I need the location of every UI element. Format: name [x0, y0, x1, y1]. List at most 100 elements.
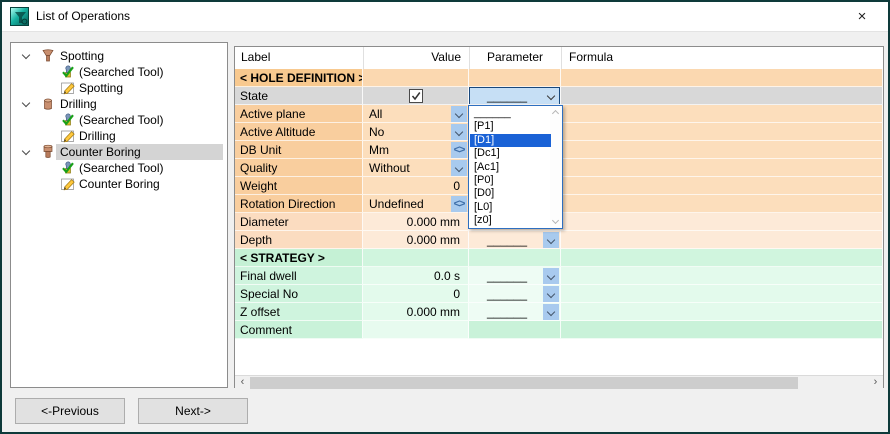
value-cell[interactable] [363, 321, 469, 339]
parameter-blank-value[interactable]: ______ [469, 305, 545, 319]
tree-item-label: (Searched Tool) [79, 113, 164, 127]
formula-cell[interactable] [561, 267, 883, 285]
formula-cell[interactable] [561, 213, 883, 231]
tree-item-spotting[interactable]: Spotting [11, 80, 227, 96]
tree-item-drilling[interactable]: Drilling [11, 96, 227, 112]
dropdown-item-L0[interactable]: [L0] [470, 201, 551, 214]
scrollbar-thumb[interactable] [250, 377, 798, 389]
parameter-cell[interactable]: ______ [469, 87, 561, 105]
parameter-blank-value[interactable]: ______ [469, 269, 545, 283]
value-cell[interactable]: Without [363, 159, 469, 177]
formula-cell[interactable] [561, 285, 883, 303]
parameter-cell[interactable]: ______ [469, 303, 561, 321]
chevron-down-icon[interactable] [22, 51, 30, 59]
exchange-icon[interactable]: <> [451, 196, 467, 212]
formula-cell[interactable] [561, 105, 883, 123]
label-cell: < STRATEGY > [235, 249, 363, 267]
tree-item-drilling[interactable]: Drilling [11, 128, 227, 144]
dropdown-item-P1[interactable]: [P1] [470, 120, 551, 133]
horizontal-scrollbar[interactable]: ‹ › [235, 375, 883, 389]
tree-item-searched-tool[interactable]: (Searched Tool) [11, 160, 227, 176]
formula-cell[interactable] [561, 195, 883, 213]
value-cell[interactable]: 0.000 mm [363, 231, 469, 249]
dropdown-item-P0[interactable]: [P0] [470, 174, 551, 187]
dropdown-item-D0[interactable]: [D0] [470, 187, 551, 200]
tree-item-counter-boring[interactable]: Counter Boring [11, 176, 227, 192]
dropdown-item-z0[interactable]: [z0] [470, 214, 551, 227]
value-cell[interactable]: 0 [363, 177, 469, 195]
chevron-down-icon[interactable] [22, 99, 30, 107]
scroll-left-arrow-icon[interactable]: ‹ [235, 376, 250, 390]
row-value: 0 [453, 179, 460, 193]
row-label: Quality [240, 161, 277, 175]
formula-cell[interactable] [561, 87, 883, 105]
dropdown-chevron-icon[interactable] [543, 232, 559, 248]
combobox-chevron-icon[interactable] [547, 92, 555, 100]
next-button[interactable]: Next-> [138, 398, 248, 424]
value-cell[interactable]: 0.000 mm [363, 213, 469, 231]
searched-tool-icon [60, 112, 76, 128]
parameter-cell [469, 69, 561, 87]
dropdown-chevron-icon[interactable] [451, 124, 467, 140]
row-value: Without [369, 161, 410, 175]
formula-cell[interactable] [561, 303, 883, 321]
parameter-cell[interactable]: ______ [469, 267, 561, 285]
tree-item-spotting[interactable]: Spotting [11, 48, 227, 64]
dropdown-scrollbar[interactable] [550, 106, 562, 228]
combobox-value: ______ [487, 89, 527, 103]
formula-cell[interactable] [561, 123, 883, 141]
previous-button[interactable]: <-Previous [15, 398, 125, 424]
formula-cell[interactable] [561, 159, 883, 177]
scroll-right-arrow-icon[interactable]: › [868, 376, 883, 390]
formula-cell[interactable] [561, 177, 883, 195]
row-label: Final dwell [240, 269, 297, 283]
chevron-down-icon[interactable] [22, 147, 30, 155]
dropdown-item-Ac1[interactable]: [Ac1] [470, 161, 551, 174]
scroll-up-icon[interactable] [552, 110, 559, 117]
exchange-icon[interactable]: <> [451, 142, 467, 158]
dropdown-chevron-icon[interactable] [543, 286, 559, 302]
table-header: Label Value Parameter Formula [235, 47, 883, 69]
parameter-cell[interactable]: ______ [469, 231, 561, 249]
value-cell[interactable]: No [363, 123, 469, 141]
dropdown-chevron-icon[interactable] [451, 106, 467, 122]
value-cell[interactable]: All [363, 105, 469, 123]
scroll-down-icon[interactable] [552, 217, 559, 224]
dropdown-chevron-icon[interactable] [451, 160, 467, 176]
label-cell: Rotation Direction [235, 195, 363, 213]
table-row-state: State______ [235, 87, 883, 105]
tree-item-counter-boring[interactable]: Counter Boring [11, 144, 227, 160]
table-row-strategy: < STRATEGY > [235, 249, 883, 267]
parameter-blank-value[interactable]: ______ [469, 233, 545, 247]
dropdown-item-[interactable]: ______ [470, 107, 551, 120]
tree-item-label: Drilling [79, 129, 116, 143]
close-icon[interactable]: × [850, 6, 874, 28]
row-label: Active Altitude [240, 125, 315, 139]
value-cell[interactable]: Mm <> [363, 141, 469, 159]
value-cell[interactable]: Undefined<> [363, 195, 469, 213]
parameter-combobox-open[interactable]: ______ [469, 87, 560, 105]
dropdown-item-D1[interactable]: [D1] [470, 134, 551, 147]
row-label: Weight [240, 179, 277, 193]
dropdown-chevron-icon[interactable] [543, 304, 559, 320]
value-cell[interactable] [363, 87, 469, 105]
dropdown-chevron-icon[interactable] [543, 268, 559, 284]
drilling-tool-icon [40, 96, 56, 112]
tree-item-searched-tool[interactable]: (Searched Tool) [11, 64, 227, 80]
value-cell[interactable]: 0.0 s [363, 267, 469, 285]
parameter-blank-value[interactable]: ______ [469, 287, 545, 301]
row-value: Mm [369, 143, 389, 157]
value-cell[interactable]: 0.000 mm [363, 303, 469, 321]
state-checkbox[interactable] [409, 89, 423, 103]
parameter-cell[interactable] [469, 321, 561, 339]
spotting-tool-icon [40, 48, 56, 64]
column-header-parameter: Parameter [469, 50, 561, 64]
formula-cell[interactable] [561, 231, 883, 249]
value-cell[interactable]: 0 [363, 285, 469, 303]
label-cell: Active Altitude [235, 123, 363, 141]
dropdown-item-Dc1[interactable]: [Dc1] [470, 147, 551, 160]
parameter-cell[interactable]: ______ [469, 285, 561, 303]
formula-cell[interactable] [561, 141, 883, 159]
formula-cell[interactable] [561, 321, 883, 339]
tree-item-searched-tool[interactable]: (Searched Tool) [11, 112, 227, 128]
